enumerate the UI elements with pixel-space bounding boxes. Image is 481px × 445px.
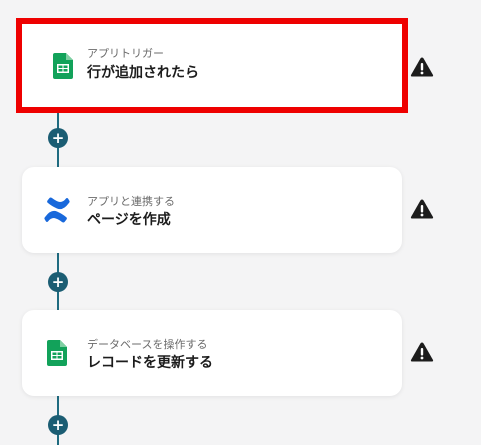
step-title: レコードを更新する	[87, 355, 213, 371]
add-step-button[interactable]: +	[48, 128, 68, 148]
add-step-button[interactable]: +	[48, 415, 68, 435]
add-step-button[interactable]: +	[48, 272, 68, 292]
trigger-step-card[interactable]: アプリトリガー 行が追加されたら	[16, 18, 408, 113]
step-type-label: アプリトリガー	[87, 47, 164, 60]
plus-icon: +	[51, 128, 65, 147]
action-step-card[interactable]: アプリと連携する ページを作成	[22, 167, 402, 253]
step-title: 行が追加されたら	[87, 65, 199, 81]
warning-icon[interactable]	[410, 198, 434, 220]
step-title: ページを作成	[87, 212, 171, 228]
warning-icon[interactable]	[410, 56, 434, 78]
step-type-label: アプリと連携する	[87, 195, 175, 208]
plus-icon: +	[51, 272, 65, 291]
warning-icon[interactable]	[410, 341, 434, 363]
action-step-card[interactable]: データベースを操作する レコードを更新する	[22, 310, 402, 396]
google-sheets-icon	[44, 338, 70, 368]
confluence-icon	[44, 195, 70, 225]
plus-icon: +	[51, 415, 65, 434]
google-sheets-icon	[50, 51, 76, 81]
step-type-label: データベースを操作する	[87, 338, 208, 351]
